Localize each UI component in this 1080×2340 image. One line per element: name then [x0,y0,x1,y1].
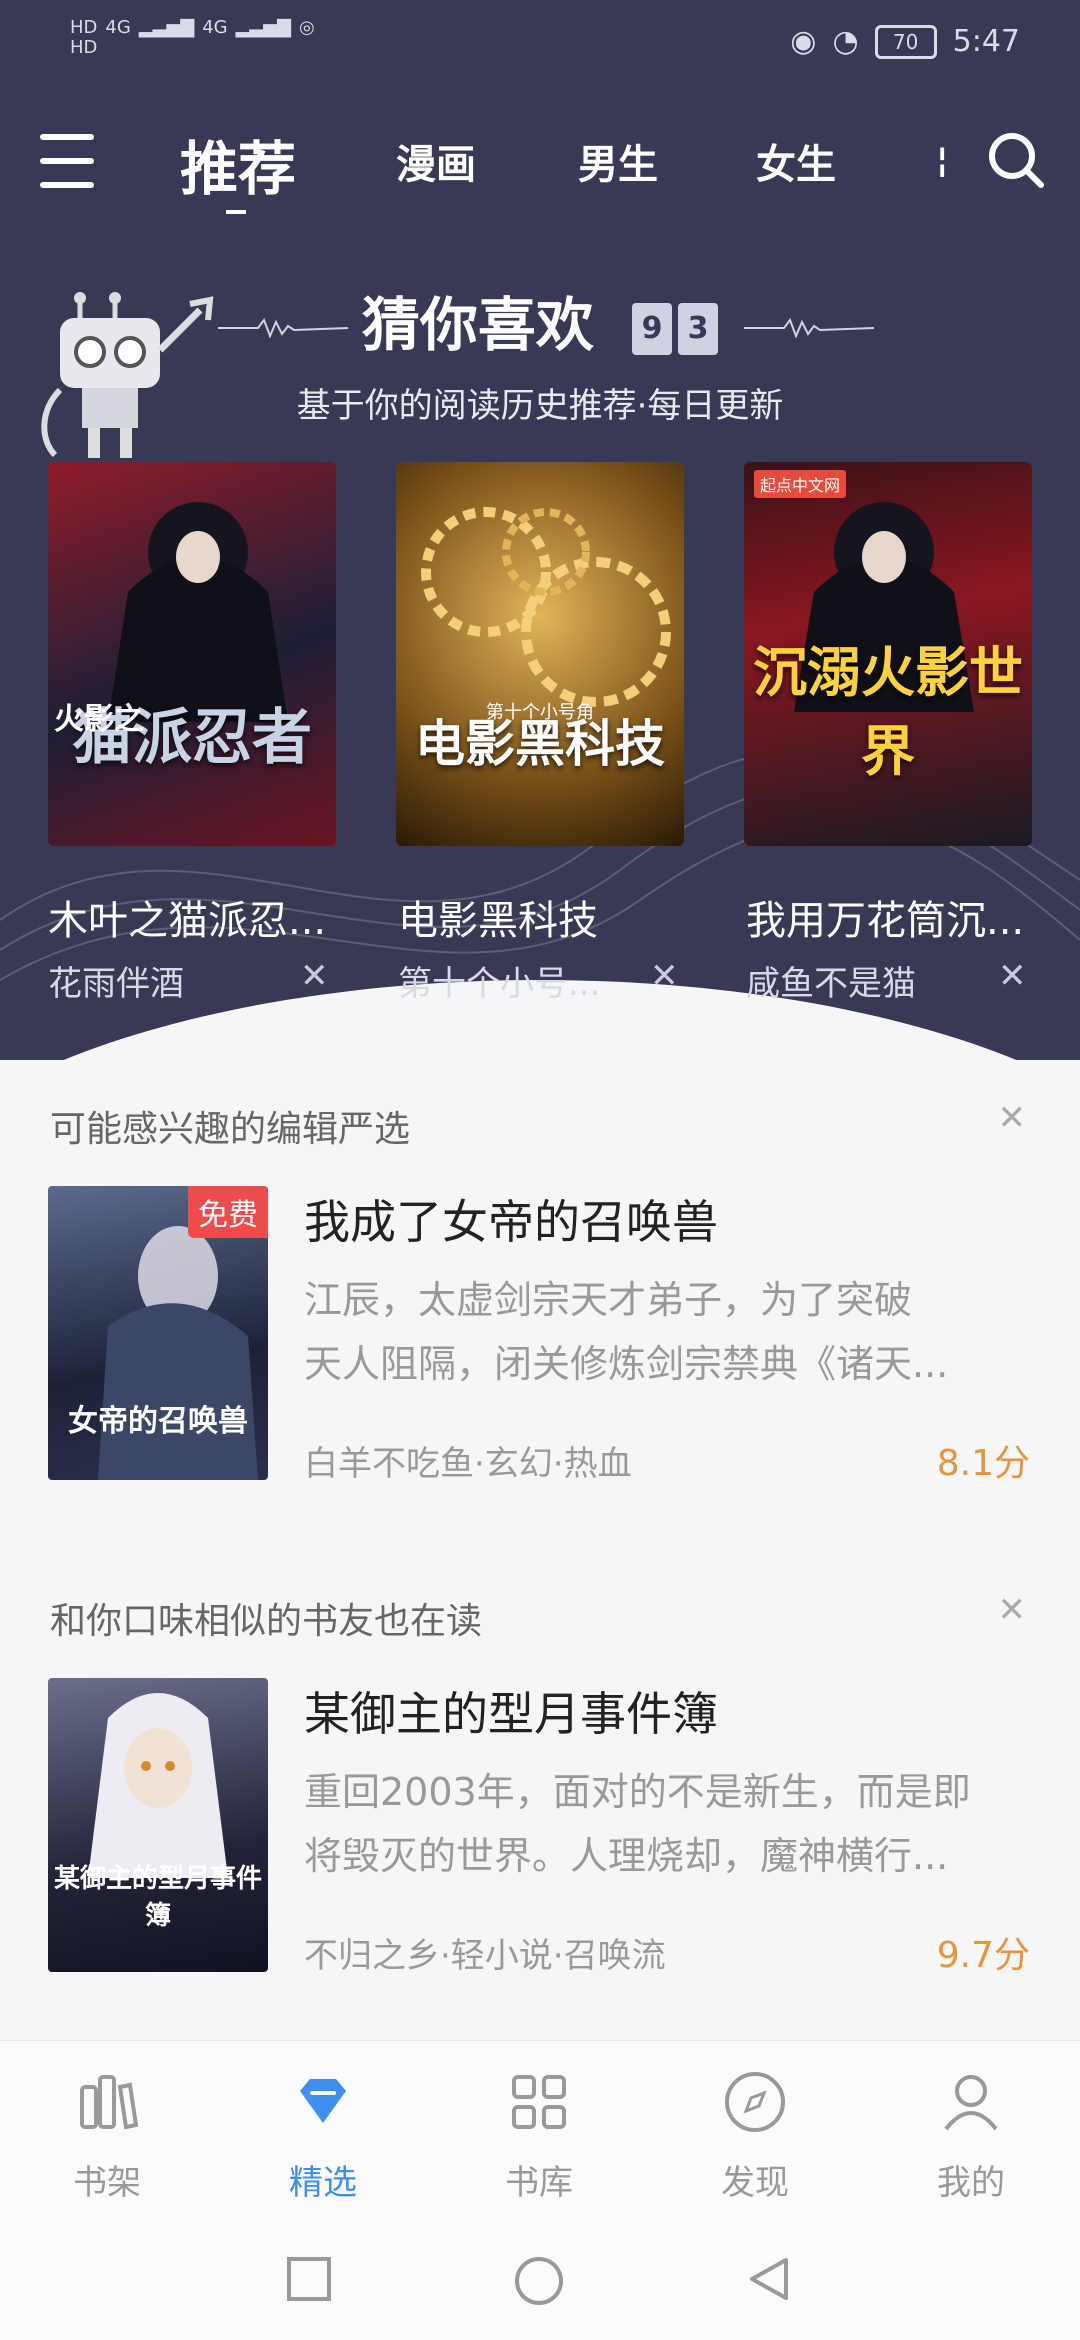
book-name-2[interactable]: 电影黑科技 [398,888,698,946]
rec-book-score-1: 8.1分 [936,1443,1030,1484]
hd-label-2: HD [70,37,98,58]
cover-publisher-3: 起点中文网 [754,470,847,498]
status-bar: HD 4G ▂▃▅▇ 4G ▂▃▅▇ ◎ HD ◉ ◔ 70 5:47 [0,0,1080,90]
battery-level: 70 [892,29,919,54]
battery-icon: 70 [874,24,937,59]
rec-cover-2[interactable]: 某御主的型月事件簿 [48,1678,268,1972]
rec-book-desc-1-line1: 江辰，太虚剑宗天才弟子，为了突破 [304,1278,913,1322]
rec-book-desc-1-line2: 天人阻隔，闭关修炼剑宗禁典《诸天... [304,1342,949,1386]
tab-comics[interactable]: 漫画 [396,132,476,190]
book-name-1[interactable]: 木叶之猫派忍... [48,888,348,946]
recents-icon[interactable] [284,2254,334,2304]
diamond-icon [300,2079,346,2123]
tab-boys[interactable]: 男生 [578,132,658,190]
date-digit-1: 9 [632,302,673,355]
book-author-1: 花雨伴酒 [48,964,184,1004]
menu-icon[interactable] [40,134,94,188]
net-label-2: 4G [202,17,228,38]
free-badge: 免费 [188,1186,268,1238]
signal-icon: ▂▃▅▇ [138,17,195,38]
book-name-3[interactable]: 我用万花筒沉... [746,888,1046,946]
rec-book-desc-2-line1: 重回2003年，面对的不是新生，而是即 [304,1770,971,1814]
cover-art-2 [421,507,671,707]
guess-subtitle: 基于你的阅读历史推荐·每日更新 [296,386,784,426]
user-icon [944,2075,998,2131]
cover-small-1: 火影之 [54,702,144,737]
home-icon[interactable] [512,2254,566,2308]
hd-label: HD [70,17,98,38]
rec-book-name-1[interactable]: 我成了女帝的召唤兽 [304,1186,718,1252]
tab-discover[interactable]: 发现 [680,2067,830,2204]
back-icon[interactable] [744,2254,794,2304]
dismiss-icon-2[interactable]: ✕ [650,956,679,996]
bottom-tab-bar: 书架 精选 书库 发现 我的 [0,2040,1080,2221]
tab-bookshelf[interactable]: 书架 [32,2067,182,2204]
tab-featured-label: 精选 [289,2163,357,2203]
rec-book-meta-1: 白羊不吃鱼·玄幻·热血 [304,1444,632,1484]
cover-art-1 [108,502,288,722]
book-author-3: 咸鱼不是猫 [746,964,916,1004]
net-label: 4G [105,17,131,38]
tab-featured[interactable]: 精选 [248,2067,398,2204]
date-badge: 93 [632,302,719,355]
guess-title: 猜你喜欢 93 [0,278,1080,362]
tab-discover-label: 发现 [721,2163,789,2203]
tab-bookshelf-label: 书架 [73,2163,141,2203]
book-cover-3[interactable]: 起点中文网 沉溺火影世界 [744,462,1032,846]
section-title-similar-readers: 和你口味相似的书友也在读 [50,1601,483,1642]
book-cover-1[interactable]: 猫派忍者 火影之 [48,462,336,846]
section-close-icon-1[interactable]: ✕ [998,1098,1027,1138]
compass-icon [725,2072,785,2132]
guess-title-text: 猜你喜欢 [361,291,594,359]
rec-book-name-2[interactable]: 某御主的型月事件簿 [304,1678,718,1744]
grid-icon [512,2075,566,2129]
signal-icon-2: ▂▃▅▇ [235,17,291,38]
search-icon[interactable] [986,130,1046,190]
tab-library-label: 书库 [505,2163,573,2203]
time: 5:47 [952,24,1020,59]
tab-girls[interactable]: 女生 [756,132,836,190]
date-digit-2: 3 [678,302,719,355]
tab-library[interactable]: 书库 [464,2067,614,2204]
cover-title-2: 电影黑科技 [415,715,665,773]
tab-recommend[interactable]: 推荐 [180,122,297,214]
section-title-editor-picks: 可能感兴趣的编辑严选 [50,1109,411,1150]
system-nav-bar [0,2220,1080,2340]
speed-icon: ◔ [832,24,859,59]
tab-profile[interactable]: 我的 [896,2067,1046,2204]
tab-profile-label: 我的 [937,2163,1005,2203]
rec-book-desc-2-line2: 将毁灭的世界。人理烧却，魔神横行... [304,1834,949,1878]
rec-cover-1[interactable]: 免费 女帝的召唤兽 [48,1186,268,1480]
hotspot-icon: ◎ [298,17,315,38]
more-tabs-indicator: ¦ [936,140,949,180]
cover-title-3: 沉溺火影世界 [753,641,1023,783]
rec-cover-title-2: 某御主的型月事件簿 [53,1864,262,1931]
signal-indicators: HD 4G ▂▃▅▇ 4G ▂▃▅▇ ◎ HD [70,18,315,58]
dismiss-icon-3[interactable]: ✕ [998,956,1027,996]
eye-icon: ◉ [790,24,817,59]
tab-recommend-label: 推荐 [180,135,297,203]
rec-cover-title-1: 女帝的召唤兽 [68,1404,248,1439]
section-close-icon-2[interactable]: ✕ [998,1590,1027,1630]
book-author-2: 第十个小号... [398,964,601,1004]
rec-book-meta-2: 不归之乡·轻小说·召唤流 [304,1936,666,1976]
bookshelf-icon [80,2075,139,2130]
top-nav: 推荐 漫画 男生 女生 ¦ [0,120,1080,214]
dismiss-icon-1[interactable]: ✕ [300,956,329,996]
rec-book-score-2: 9.7分 [936,1935,1030,1976]
book-cover-2[interactable]: 第十个小号角 电影黑科技 [396,462,684,846]
